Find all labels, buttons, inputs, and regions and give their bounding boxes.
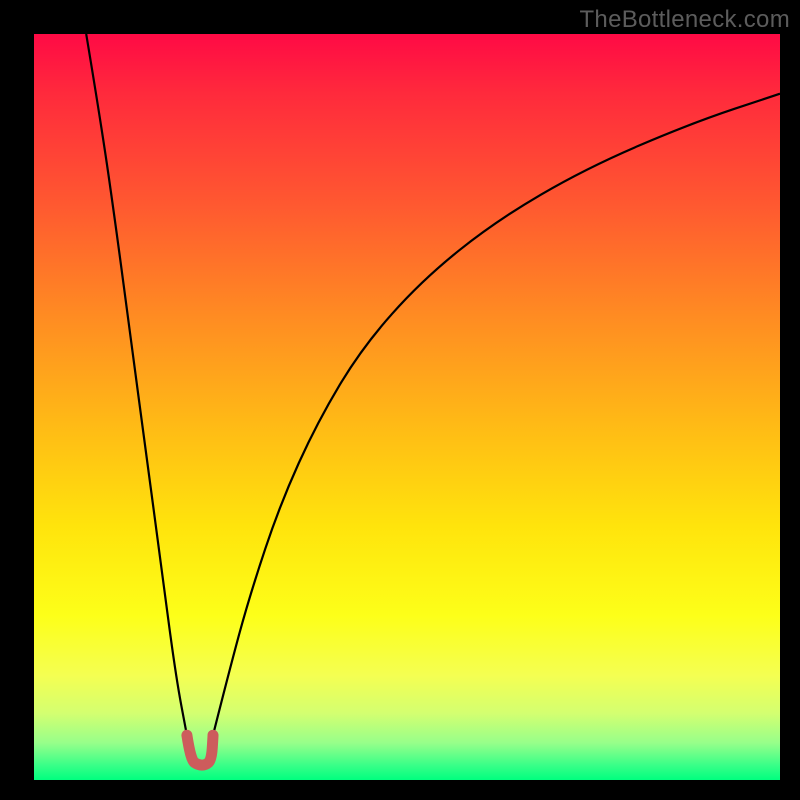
curve-layer [34,34,780,780]
chart-frame: TheBottleneck.com [0,0,800,800]
notch-highlight-curve [187,735,213,765]
plot-area [34,34,780,780]
right-branch-curve [213,94,780,736]
watermark-text: TheBottleneck.com [579,6,790,34]
left-branch-curve [86,34,187,735]
